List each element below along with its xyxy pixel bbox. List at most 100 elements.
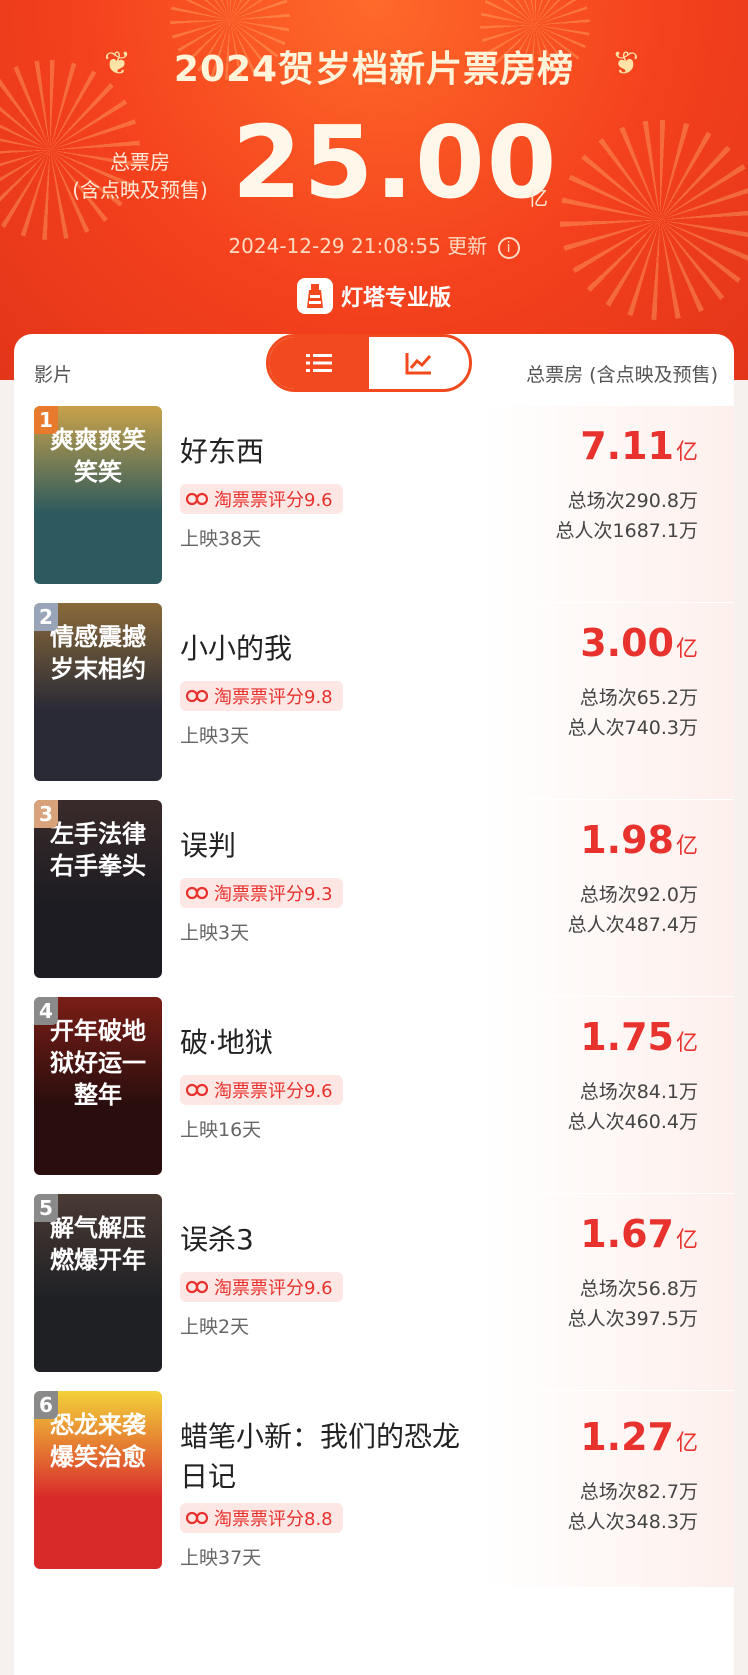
movie-poster[interactable]: 解气解压燃爆开年 5 [34, 1194, 162, 1372]
taopiaopiao-logo-icon [186, 1510, 208, 1526]
brand-name: 灯塔专业版 [340, 286, 451, 311]
poster-tagline: 恐龙来袭爆笑治愈 [50, 1411, 146, 1471]
box-office-unit: 亿 [675, 637, 698, 662]
box-office-number: 1.75 [580, 1015, 674, 1059]
trend-view-button[interactable] [369, 337, 469, 389]
rating-badge: 淘票票评分9.6 [180, 1272, 343, 1302]
total-viewers: 总人次1687.1万 [555, 520, 698, 542]
total-viewers: 总人次460.4万 [567, 1111, 698, 1133]
movie-row[interactable]: 解气解压燃爆开年 5 误杀3 淘票票评分9.6 上映2天 1.67亿 总场次56… [14, 1194, 734, 1390]
movie-title[interactable]: 小小的我 [180, 629, 480, 669]
box-office-value: 3.00亿 [580, 621, 698, 665]
box-office-number: 3.00 [580, 621, 674, 665]
rating-text: 淘票票评分8.8 [214, 1509, 333, 1530]
poster-tagline: 开年破地狱好运一整年 [50, 1017, 146, 1109]
header-banner: ❦ 2024贺岁档新片票房榜 ❦ 总票房 (含点映及预售) 25.00 亿 20… [0, 0, 748, 380]
days-released: 上映3天 [180, 922, 250, 944]
rating-badge: 淘票票评分8.8 [180, 1503, 343, 1533]
trend-chart-icon [405, 353, 432, 375]
ranking-card: 影片 总票房 (含点映及预售) 爽爽爽笑笑笑 1 好东西 淘票票评分9.6 上映… [14, 334, 734, 1675]
total-viewers: 总人次740.3万 [567, 717, 698, 739]
movie-poster[interactable]: 恐龙来袭爆笑治愈 6 [34, 1391, 162, 1569]
total-viewers: 总人次348.3万 [567, 1511, 698, 1533]
total-shows: 总场次56.8万 [579, 1278, 698, 1300]
box-office-value: 7.11亿 [580, 424, 698, 468]
movie-row[interactable]: 爽爽爽笑笑笑 1 好东西 淘票票评分9.6 上映38天 7.11亿 总场次290… [14, 406, 734, 602]
taopiaopiao-logo-icon [186, 1082, 208, 1098]
poster-tagline: 解气解压燃爆开年 [50, 1214, 146, 1274]
box-office-number: 1.67 [580, 1212, 674, 1256]
rating-text: 淘票票评分9.6 [214, 1278, 333, 1299]
list-view-button[interactable] [269, 337, 369, 389]
movie-row[interactable]: 左手法律 右手拳头 3 误判 淘票票评分9.3 上映3天 1.98亿 总场次92… [14, 800, 734, 996]
days-released: 上映2天 [180, 1316, 250, 1338]
movie-row[interactable]: 开年破地狱好运一整年 4 破·地狱 淘票票评分9.6 上映16天 1.75亿 总… [14, 997, 734, 1193]
box-office-unit: 亿 [675, 834, 698, 859]
box-office-unit: 亿 [675, 1228, 698, 1253]
box-office-value: 1.98亿 [580, 818, 698, 862]
rank-badge: 5 [34, 1194, 58, 1222]
total-shows: 总场次84.1万 [579, 1081, 698, 1103]
days-released: 上映37天 [180, 1547, 262, 1569]
brand: 灯塔专业版 [0, 278, 748, 314]
rank-badge: 4 [34, 997, 58, 1025]
total-shows: 总场次290.8万 [567, 490, 698, 512]
info-icon[interactable]: i [497, 236, 520, 259]
movie-poster[interactable]: 爽爽爽笑笑笑 1 [34, 406, 162, 584]
box-office-unit: 亿 [675, 1031, 698, 1056]
column-film-label: 影片 [34, 364, 73, 386]
total-shows: 总场次92.0万 [579, 884, 698, 906]
box-office-number: 1.98 [580, 818, 674, 862]
update-timestamp: 2024-12-29 21:08:55 [228, 234, 441, 258]
taopiaopiao-logo-icon [186, 1279, 208, 1295]
rank-badge: 3 [34, 800, 58, 828]
days-released: 上映3天 [180, 725, 250, 747]
view-toggle [266, 334, 472, 392]
total-shows: 总场次82.7万 [579, 1481, 698, 1503]
poster-tagline: 左手法律 右手拳头 [50, 820, 146, 880]
movie-poster[interactable]: 开年破地狱好运一整年 4 [34, 997, 162, 1175]
taopiaopiao-logo-icon [186, 688, 208, 704]
movie-title[interactable]: 破·地狱 [180, 1023, 480, 1063]
movie-row[interactable]: 恐龙来袭爆笑治愈 6 蜡笔小新：我们的恐龙日记 淘票票评分8.8 上映37天 1… [14, 1391, 734, 1587]
movie-title[interactable]: 蜡笔小新：我们的恐龙日记 [180, 1417, 480, 1497]
update-suffix: 更新 [447, 234, 488, 258]
movie-poster[interactable]: 左手法律 右手拳头 3 [34, 800, 162, 978]
wheat-right-icon: ❦ [612, 44, 639, 82]
movie-title[interactable]: 误判 [180, 826, 480, 866]
poster-tagline: 爽爽爽笑笑笑 [50, 426, 146, 486]
rating-text: 淘票票评分9.6 [214, 490, 333, 511]
movie-title[interactable]: 误杀3 [180, 1220, 480, 1260]
movie-title[interactable]: 好东西 [180, 432, 480, 472]
total-box-office-label: 总票房 (含点映及预售) [60, 148, 220, 204]
box-office-value: 1.27亿 [580, 1415, 698, 1459]
box-office-unit: 亿 [675, 440, 698, 465]
rating-badge: 淘票票评分9.3 [180, 878, 343, 908]
total-box-office-unit: 亿 [528, 186, 548, 210]
column-box-office-label: 总票房 (含点映及预售) [526, 364, 718, 386]
rank-badge: 1 [34, 406, 58, 434]
box-office-number: 7.11 [580, 424, 674, 468]
rating-text: 淘票票评分9.3 [214, 884, 333, 905]
total-viewers: 总人次397.5万 [567, 1308, 698, 1330]
rating-text: 淘票票评分9.8 [214, 687, 333, 708]
total-label-line2: (含点映及预售) [72, 178, 208, 202]
total-viewers: 总人次487.4万 [567, 914, 698, 936]
poster-tagline: 情感震撼岁末相约 [50, 623, 146, 683]
total-shows: 总场次65.2万 [579, 687, 698, 709]
box-office-value: 1.67亿 [580, 1212, 698, 1256]
box-office-number: 1.27 [580, 1415, 674, 1459]
box-office-value: 1.75亿 [580, 1015, 698, 1059]
rating-badge: 淘票票评分9.6 [180, 484, 343, 514]
movie-row[interactable]: 情感震撼岁末相约 2 小小的我 淘票票评分9.8 上映3天 3.00亿 总场次6… [14, 603, 734, 799]
movie-poster[interactable]: 情感震撼岁末相约 2 [34, 603, 162, 781]
taopiaopiao-logo-icon [186, 491, 208, 507]
days-released: 上映38天 [180, 528, 262, 550]
rating-badge: 淘票票评分9.8 [180, 681, 343, 711]
taopiaopiao-logo-icon [186, 885, 208, 901]
rating-text: 淘票票评分9.6 [214, 1081, 333, 1102]
days-released: 上映16天 [180, 1119, 262, 1141]
total-label-line1: 总票房 [110, 150, 170, 174]
list-icon [306, 354, 332, 372]
update-time: 2024-12-29 21:08:55 更新 i [0, 230, 748, 259]
